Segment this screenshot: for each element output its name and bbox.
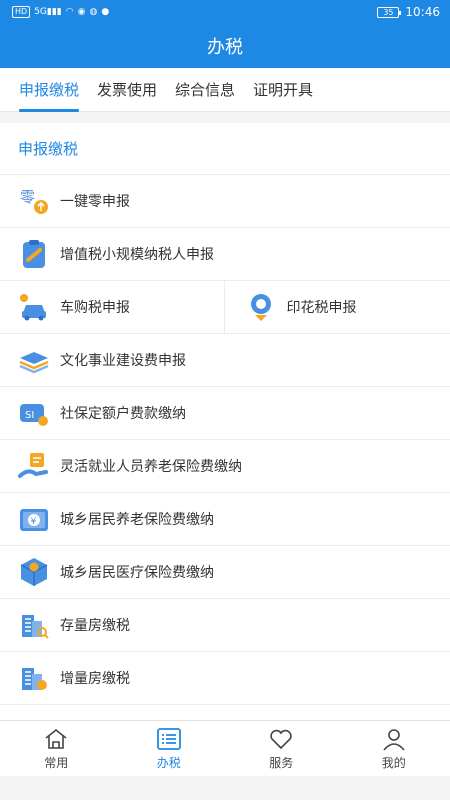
list-item-label: 文化事业建设费申报: [60, 353, 186, 369]
nav-label: 常用: [44, 756, 69, 770]
building-coin-icon: [22, 668, 47, 690]
list-item-label: 车购税申报: [60, 300, 130, 316]
tab-declare-pay[interactable]: 申报缴税: [12, 68, 86, 112]
list-item-vat-declare[interactable]: 增值税小规模纳税人申报: [0, 228, 450, 281]
list-item-flexible-pension[interactable]: 灵活就业人员养老保险费缴纳: [0, 440, 450, 493]
signal-icon: 5G▮▮▮: [34, 7, 62, 17]
clock: 10:46: [405, 5, 440, 19]
section-title: 申报缴税: [0, 123, 450, 175]
weibo-icon: ◍: [89, 7, 98, 17]
list-item-stamp-tax[interactable]: 印花税申报: [223, 281, 450, 333]
list-item-label: 印花税申报: [286, 300, 357, 316]
nav-label: 办税: [156, 756, 181, 770]
user-icon: [383, 729, 405, 751]
list-item-culture-fee[interactable]: 文化事业建设费申报: [0, 334, 450, 387]
clipboard-icon: [23, 240, 45, 268]
list-item-label: 社保定额户费款缴纳: [60, 406, 186, 422]
status-icons: HD 5G▮▮▮ ◠ ◉ ◍ ●: [12, 6, 109, 18]
box-icon: [20, 558, 48, 586]
list-item-label: 城乡居民医疗保险费缴纳: [60, 565, 214, 581]
nav-service[interactable]: 服务: [225, 721, 338, 776]
list-item-label: 存量房缴税: [60, 618, 130, 634]
status-bar: HD 5G▮▮▮ ◠ ◉ ◍ ● 35 10:46: [0, 0, 450, 24]
list-item-stock-house[interactable]: 存量房缴税: [0, 599, 450, 652]
bottom-nav: 常用 办税 服务 我的: [0, 720, 450, 776]
tab-invoice[interactable]: 发票使用: [90, 68, 164, 112]
app-bar: 办税: [0, 24, 450, 68]
car-icon: [20, 294, 46, 321]
list-item-label: 增量房缴税: [60, 671, 130, 687]
system-nav-area: [0, 776, 450, 800]
list-item-new-house[interactable]: 增量房缴税: [0, 652, 450, 705]
page-title: 办税: [207, 37, 243, 58]
list-item-resident-pension[interactable]: ¥ 城乡居民养老保险费缴纳: [0, 493, 450, 546]
shield-icon: ◉: [77, 7, 86, 17]
list-item-social-security[interactable]: SI 社保定额户费款缴纳: [0, 387, 450, 440]
nav-label: 我的: [381, 756, 406, 770]
tab-certificate[interactable]: 证明开具: [246, 68, 320, 112]
list-item-car-tax[interactable]: 车购税申报: [0, 281, 224, 333]
svg-text:零: 零: [20, 188, 35, 206]
battery-icon: 35: [377, 6, 402, 18]
list-item-label: 一键零申报: [60, 194, 130, 210]
hd-icon: HD: [12, 6, 31, 18]
nav-mine[interactable]: 我的: [338, 721, 450, 776]
heart-icon: [270, 729, 292, 750]
list-item-label: 城乡居民养老保险费缴纳: [60, 512, 214, 528]
svg-text:¥: ¥: [31, 517, 37, 527]
list-item-label: 灵活就业人员养老保险费缴纳: [60, 459, 242, 475]
social-card-icon: SI: [20, 404, 48, 426]
split-row: 车购税申报 印花税申报: [0, 281, 450, 334]
list-item-zero-declare[interactable]: 零 一键零申报: [0, 175, 450, 228]
home-icon: [45, 728, 67, 749]
list-item-label: 增值税小规模纳税人申报: [60, 247, 214, 263]
service-list: 申报缴税 零 一键零申报 增值税小规模纳税人申报 车购税申报 印花税申报 文化事…: [0, 123, 450, 720]
stamp-icon: [250, 294, 271, 321]
nav-label: 服务: [269, 756, 294, 770]
svg-text:SI: SI: [25, 410, 34, 421]
building-search-icon: [22, 615, 49, 639]
books-icon: [19, 352, 49, 374]
chat-icon: ●: [101, 7, 110, 17]
nav-common[interactable]: 常用: [0, 721, 113, 776]
tab-bar: 申报缴税 发票使用 综合信息 证明开具: [0, 68, 450, 112]
worker-icon: [18, 453, 48, 478]
nav-tax[interactable]: 办税: [113, 721, 226, 776]
tab-info[interactable]: 综合信息: [168, 68, 242, 112]
zero-declare-icon: 零: [20, 188, 48, 214]
list-item-resident-medical[interactable]: 城乡居民医疗保险费缴纳: [0, 546, 450, 599]
list-icon: [156, 728, 181, 750]
wifi-icon: ◠: [65, 7, 74, 17]
wallet-icon: ¥: [20, 509, 48, 531]
